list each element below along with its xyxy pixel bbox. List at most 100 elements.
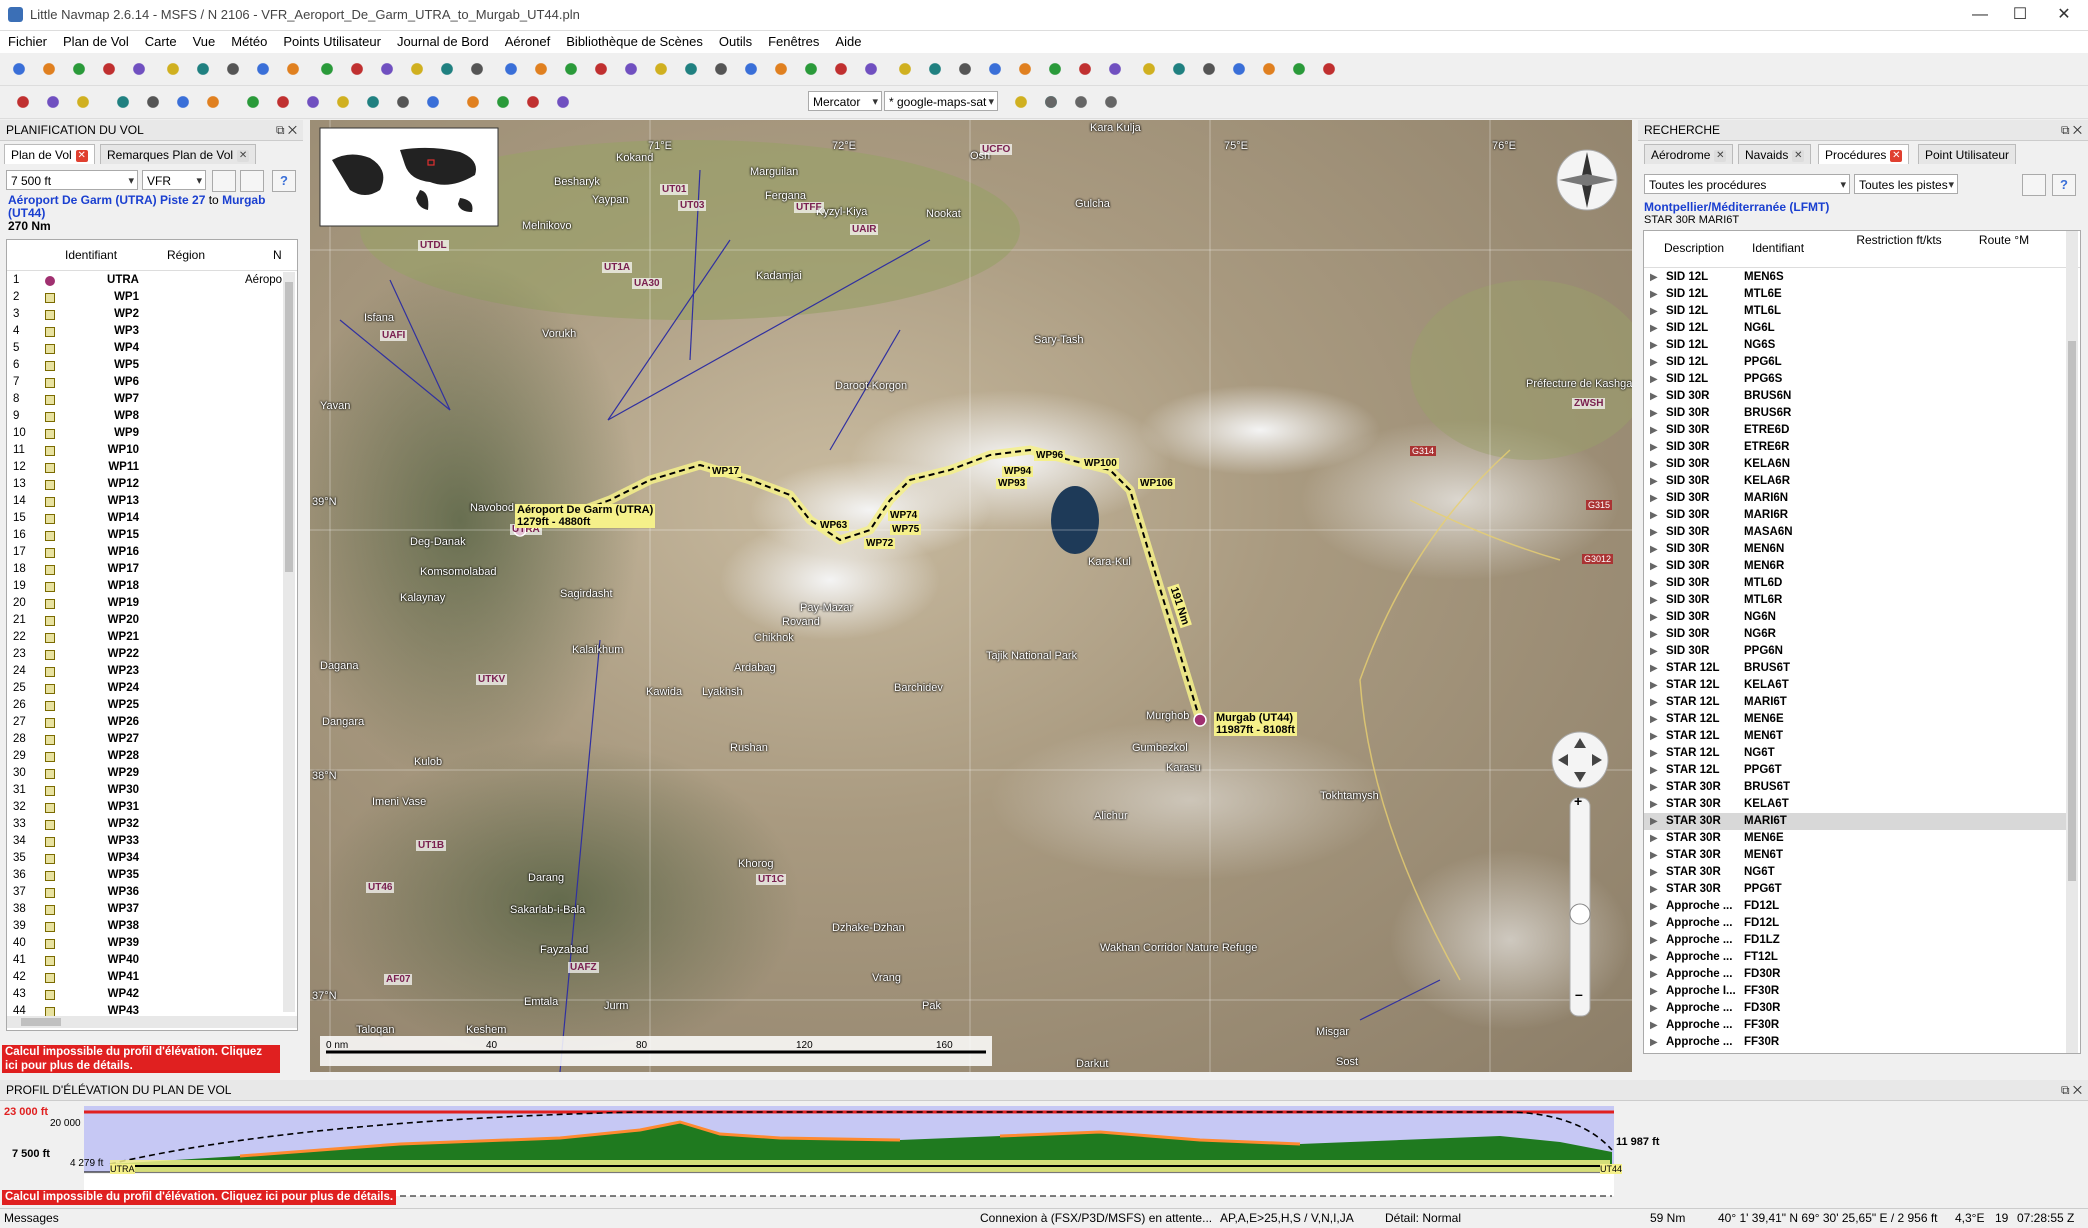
menu-fenetres[interactable]: Fenêtres bbox=[760, 31, 827, 52]
airport-label[interactable]: AF07 bbox=[384, 974, 413, 985]
expand-arrow-icon[interactable]: ▶ bbox=[1650, 864, 1658, 881]
add-waypoint-icon[interactable] bbox=[1074, 58, 1096, 80]
tab-plan-de-vol[interactable]: Plan de Vol ✕ bbox=[4, 144, 95, 164]
expand-arrow-icon[interactable]: ▶ bbox=[1650, 303, 1658, 320]
aircraft-icon[interactable] bbox=[552, 91, 574, 113]
menu-bibliotheque[interactable]: Bibliothèque de Scènes bbox=[558, 31, 711, 52]
add-waypoint-icon[interactable] bbox=[162, 58, 184, 80]
procedure-row[interactable]: ▶ STAR 30R KELA6T bbox=[1644, 796, 2074, 813]
messages-indicator[interactable]: Messages bbox=[4, 1209, 59, 1228]
expand-arrow-icon[interactable]: ▶ bbox=[1650, 796, 1658, 813]
table-row[interactable]: 22 WP21 bbox=[7, 629, 297, 646]
menu-aide[interactable]: Aide bbox=[827, 31, 869, 52]
expand-arrow-icon[interactable]: ▶ bbox=[1650, 422, 1658, 439]
vertical-scrollbar[interactable] bbox=[283, 272, 295, 1012]
minimize-button[interactable]: — bbox=[1960, 4, 2000, 26]
table-row[interactable]: 38 WP37 bbox=[7, 901, 297, 918]
expand-arrow-icon[interactable]: ▶ bbox=[1650, 1017, 1658, 1034]
panel-controls[interactable]: ⧉ ✕ bbox=[2061, 1080, 2082, 1100]
direct-icon[interactable] bbox=[376, 58, 398, 80]
table-row[interactable]: 34 WP33 bbox=[7, 833, 297, 850]
table-row[interactable]: 43 WP42 bbox=[7, 986, 297, 1003]
procedure-row[interactable]: ▶ SID 12L PPG6S bbox=[1644, 371, 2074, 388]
expand-arrow-icon[interactable]: ▶ bbox=[1650, 745, 1658, 762]
procedure-row[interactable]: ▶ STAR 30R NG6T bbox=[1644, 864, 2074, 881]
col-route[interactable]: Route °M bbox=[1964, 233, 2044, 247]
procedure-row[interactable]: ▶ SID 12L MTL6L bbox=[1644, 303, 2074, 320]
menu-aeronef[interactable]: Aéronef bbox=[497, 31, 559, 52]
menu-meteo[interactable]: Météo bbox=[223, 31, 275, 52]
procedure-row[interactable]: ▶ SID 12L MTL6E bbox=[1644, 286, 2074, 303]
procedure-row[interactable]: ▶ Approche ... FD30R bbox=[1644, 1000, 2074, 1017]
airport-label[interactable]: UTFF bbox=[794, 202, 824, 213]
expand-arrow-icon[interactable]: ▶ bbox=[1650, 490, 1658, 507]
col-restriction[interactable]: Restriction ft/kts bbox=[1854, 233, 1944, 247]
maximize-button[interactable]: ☐ bbox=[2000, 4, 2040, 26]
menu-points-utilisateur[interactable]: Points Utilisateur bbox=[275, 31, 389, 52]
map-view[interactable]: Kokand Marguilan Fergana Kyzyl-Kiya Nookat Os… bbox=[310, 120, 1632, 1072]
close-tab-icon[interactable]: ✕ bbox=[1714, 149, 1727, 162]
table-row[interactable]: 32 WP31 bbox=[7, 799, 297, 816]
expand-arrow-icon[interactable]: ▶ bbox=[1650, 898, 1658, 915]
expand-arrow-icon[interactable]: ▶ bbox=[1650, 643, 1658, 660]
zoom-out-button[interactable]: – bbox=[1575, 986, 1583, 1002]
plane-icon[interactable] bbox=[522, 91, 544, 113]
procedure-row[interactable]: ▶ Approche ... FF30R bbox=[1644, 1034, 2074, 1051]
table-row[interactable]: 16 WP15 bbox=[7, 527, 297, 544]
user-point-icon[interactable] bbox=[392, 91, 414, 113]
flag-icon[interactable] bbox=[620, 58, 642, 80]
table-row[interactable]: 21 WP20 bbox=[7, 612, 297, 629]
expand-arrow-icon[interactable]: ▶ bbox=[1650, 524, 1658, 541]
menu-vue[interactable]: Vue bbox=[185, 31, 224, 52]
plane-icon[interactable] bbox=[710, 58, 732, 80]
table-row[interactable]: 2 WP1 bbox=[7, 289, 297, 306]
zoom-icon[interactable] bbox=[282, 58, 304, 80]
procedure-row[interactable]: ▶ STAR 12L MEN6E bbox=[1644, 711, 2074, 728]
procedure-row[interactable]: ▶ Approche I... FF30R bbox=[1644, 983, 2074, 1000]
help-icon[interactable]: ? bbox=[272, 170, 296, 192]
vor-icon[interactable] bbox=[406, 58, 428, 80]
reload-icon[interactable] bbox=[98, 58, 120, 80]
expand-arrow-icon[interactable]: ▶ bbox=[1650, 388, 1658, 405]
close-window-button[interactable]: ✕ bbox=[2044, 4, 2084, 26]
expand-arrow-icon[interactable]: ▶ bbox=[1650, 966, 1658, 983]
procedure-row[interactable]: ▶ Approche ... FT12L bbox=[1644, 949, 2074, 966]
expand-arrow-icon[interactable]: ▶ bbox=[1650, 915, 1658, 932]
direct-icon[interactable] bbox=[172, 91, 194, 113]
reload-icon[interactable] bbox=[1014, 58, 1036, 80]
close-tab-icon[interactable]: ✕ bbox=[1792, 149, 1805, 162]
screenshot-icon[interactable] bbox=[1040, 91, 1062, 113]
procedure-row[interactable]: ▶ SID 30R KELA6R bbox=[1644, 473, 2074, 490]
close-tab-icon[interactable]: ✕ bbox=[1890, 149, 1903, 162]
expand-arrow-icon[interactable]: ▶ bbox=[1650, 949, 1658, 966]
close-tab-icon[interactable]: ✕ bbox=[237, 149, 250, 162]
route-type-button[interactable] bbox=[240, 170, 264, 192]
table-row[interactable]: 10 WP9 bbox=[7, 425, 297, 442]
track-icon[interactable] bbox=[680, 58, 702, 80]
expand-arrow-icon[interactable]: ▶ bbox=[1650, 779, 1658, 796]
table-row[interactable]: 1 UTRA Aéropo bbox=[7, 272, 297, 289]
zoom-in-button[interactable]: + bbox=[1574, 793, 1582, 809]
save-plan-icon[interactable] bbox=[68, 58, 90, 80]
procedure-row[interactable]: ▶ SID 12L MEN6S bbox=[1644, 269, 2074, 286]
procedure-row[interactable]: ▶ Approche ... FD30R bbox=[1644, 966, 2074, 983]
airport-label[interactable]: UT1C bbox=[756, 874, 787, 885]
vor-icon[interactable] bbox=[202, 91, 224, 113]
new-plan-icon[interactable] bbox=[8, 58, 30, 80]
map-theme-select[interactable]: * google-maps-sat bbox=[884, 91, 998, 112]
expand-arrow-icon[interactable]: ▶ bbox=[1650, 1000, 1658, 1017]
destination-label[interactable]: Murgab (UT44) 11987ft - 8108ft bbox=[1214, 712, 1297, 736]
route-waypoint-label[interactable]: WP72 bbox=[864, 538, 896, 549]
table-row[interactable]: 35 WP34 bbox=[7, 850, 297, 867]
procedure-row[interactable]: ▶ SID 30R MEN6R bbox=[1644, 558, 2074, 575]
airport-label[interactable]: UTDL bbox=[418, 240, 449, 251]
expand-arrow-icon[interactable]: ▶ bbox=[1650, 932, 1658, 949]
expand-arrow-icon[interactable]: ▶ bbox=[1650, 575, 1658, 592]
table-row[interactable]: 29 WP28 bbox=[7, 748, 297, 765]
ndb-icon[interactable] bbox=[436, 58, 458, 80]
airway-icon[interactable] bbox=[500, 58, 522, 80]
table-row[interactable]: 25 WP24 bbox=[7, 680, 297, 697]
table-row[interactable]: 4 WP3 bbox=[7, 323, 297, 340]
airport-label[interactable]: UT1B bbox=[416, 840, 447, 851]
expand-arrow-icon[interactable]: ▶ bbox=[1650, 439, 1658, 456]
